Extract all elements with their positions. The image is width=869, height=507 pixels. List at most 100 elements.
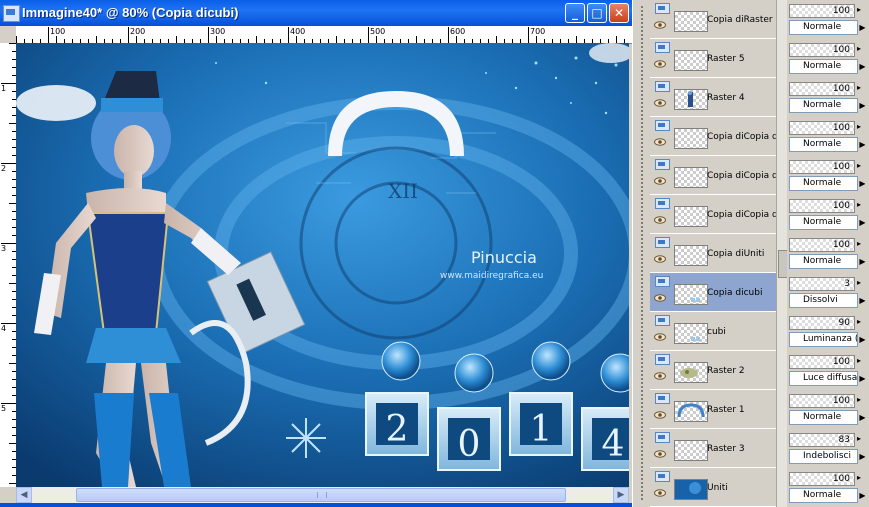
visibility-eye-icon[interactable] [654, 177, 666, 185]
visibility-eye-icon[interactable] [654, 216, 666, 224]
opacity-slider[interactable]: 100 [789, 199, 855, 213]
minimize-button[interactable]: _ [565, 3, 585, 23]
visibility-eye-icon[interactable] [654, 21, 666, 29]
layer-type-icon[interactable] [655, 159, 670, 170]
opacity-arrow-icon[interactable]: ▸ [857, 434, 861, 443]
opacity-slider[interactable]: 100 [789, 355, 855, 369]
layer-row[interactable]: Copia diUniti [650, 234, 776, 273]
opacity-arrow-icon[interactable]: ▸ [857, 473, 861, 482]
layer-row[interactable]: Raster 3 [650, 429, 776, 468]
layer-type-icon[interactable] [655, 471, 670, 482]
layer-type-icon[interactable] [655, 276, 670, 287]
opacity-slider[interactable]: 100 [789, 472, 855, 486]
blend-mode-arrow-icon[interactable]: ▶ [858, 137, 867, 152]
visibility-eye-icon[interactable] [654, 99, 666, 107]
layer-row[interactable]: Copia diCopia di [650, 195, 780, 234]
blend-mode-select[interactable]: Normale [789, 59, 858, 74]
visibility-eye-icon[interactable] [654, 372, 666, 380]
close-button[interactable]: ✕ [609, 3, 629, 23]
blend-mode-select[interactable]: Luminanza (L) [789, 332, 858, 347]
opacity-slider[interactable]: 100 [789, 121, 855, 135]
layer-row[interactable]: Raster 5 [650, 39, 776, 78]
blend-mode-arrow-icon[interactable]: ▶ [858, 20, 867, 35]
layer-row[interactable]: Uniti [650, 468, 776, 507]
visibility-eye-icon[interactable] [654, 450, 666, 458]
blend-mode-arrow-icon[interactable]: ▶ [858, 410, 867, 425]
blend-mode-select[interactable]: Normale [789, 488, 858, 503]
layer-type-icon[interactable] [655, 198, 670, 209]
layer-type-icon[interactable] [655, 393, 670, 404]
blend-mode-select[interactable]: Normale [789, 410, 858, 425]
opacity-arrow-icon[interactable]: ▸ [857, 161, 861, 170]
layer-row[interactable]: Copia dicubi [650, 273, 776, 312]
visibility-eye-icon[interactable] [654, 60, 666, 68]
layer-row[interactable]: Copia diRaster 5 [650, 0, 781, 39]
blend-mode-arrow-icon[interactable]: ▶ [858, 59, 867, 74]
opacity-arrow-icon[interactable]: ▸ [857, 395, 861, 404]
image-canvas[interactable]: XII Pinuccia www.maidiregrafica.eu 2 0 1… [16, 43, 629, 487]
opacity-arrow-icon[interactable]: ▸ [857, 356, 861, 365]
layer-row[interactable]: Copia diCopia di [650, 117, 780, 156]
scroll-right-button[interactable]: ▶ [613, 487, 629, 503]
layer-row[interactable]: Raster 2 [650, 351, 776, 390]
opacity-arrow-icon[interactable]: ▸ [857, 278, 861, 287]
layer-type-icon[interactable] [655, 3, 670, 14]
layer-type-icon[interactable] [655, 432, 670, 443]
opacity-arrow-icon[interactable]: ▸ [857, 200, 861, 209]
blend-mode-arrow-icon[interactable]: ▶ [858, 371, 867, 386]
opacity-slider[interactable]: 100 [789, 82, 855, 96]
opacity-arrow-icon[interactable]: ▸ [857, 122, 861, 131]
blend-mode-select[interactable]: Normale [789, 20, 858, 35]
opacity-arrow-icon[interactable]: ▸ [857, 5, 861, 14]
blend-mode-arrow-icon[interactable]: ▶ [858, 176, 867, 191]
blend-mode-select[interactable]: Normale [789, 254, 858, 269]
layer-type-icon[interactable] [655, 237, 670, 248]
visibility-eye-icon[interactable] [654, 255, 666, 263]
blend-mode-select[interactable]: Normale [789, 98, 858, 113]
opacity-arrow-icon[interactable]: ▸ [857, 83, 861, 92]
layer-type-icon[interactable] [655, 354, 670, 365]
blend-mode-arrow-icon[interactable]: ▶ [858, 98, 867, 113]
opacity-slider[interactable]: 100 [789, 4, 855, 18]
horizontal-scroll-thumb[interactable] [76, 488, 566, 502]
palette-grip[interactable] [632, 0, 651, 507]
visibility-eye-icon[interactable] [654, 294, 666, 302]
visibility-eye-icon[interactable] [654, 333, 666, 341]
opacity-slider[interactable]: 90 [789, 316, 855, 330]
layer-type-icon[interactable] [655, 81, 670, 92]
opacity-arrow-icon[interactable]: ▸ [857, 44, 861, 53]
blend-mode-select[interactable]: Luce diffusa [789, 371, 858, 386]
blend-mode-select[interactable]: Normale [789, 176, 858, 191]
blend-mode-arrow-icon[interactable]: ▶ [858, 293, 867, 308]
opacity-slider[interactable]: 100 [789, 394, 855, 408]
blend-mode-select[interactable]: Normale [789, 137, 858, 152]
blend-mode-arrow-icon[interactable]: ▶ [858, 449, 867, 464]
blend-mode-select[interactable]: Normale [789, 215, 858, 230]
opacity-slider[interactable]: 83 [789, 433, 855, 447]
blend-mode-arrow-icon[interactable]: ▶ [858, 488, 867, 503]
layer-row[interactable]: Raster 1 [650, 390, 776, 429]
opacity-slider[interactable]: 100 [789, 43, 855, 57]
opacity-arrow-icon[interactable]: ▸ [857, 317, 861, 326]
horizontal-scrollbar[interactable]: ◀ ▶ [16, 487, 629, 503]
maximize-button[interactable]: □ [587, 3, 607, 23]
layer-type-icon[interactable] [655, 315, 670, 326]
opacity-slider[interactable]: 3 [789, 277, 855, 291]
visibility-eye-icon[interactable] [654, 411, 666, 419]
visibility-eye-icon[interactable] [654, 138, 666, 146]
blend-mode-select[interactable]: Dissolvi [789, 293, 858, 308]
scroll-left-button[interactable]: ◀ [16, 487, 32, 503]
blend-mode-arrow-icon[interactable]: ▶ [858, 332, 867, 347]
layer-row[interactable]: cubi [650, 312, 776, 351]
opacity-slider[interactable]: 100 [789, 238, 855, 252]
blend-mode-arrow-icon[interactable]: ▶ [858, 254, 867, 269]
layer-type-icon[interactable] [655, 120, 670, 131]
opacity-arrow-icon[interactable]: ▸ [857, 239, 861, 248]
layer-row[interactable]: Raster 4 [650, 78, 776, 117]
blend-mode-arrow-icon[interactable]: ▶ [858, 215, 867, 230]
layer-row[interactable]: Copia diCopia di [650, 156, 780, 195]
window-titlebar[interactable]: Immagine40* @ 80% (Copia dicubi) _ □ ✕ [0, 0, 632, 26]
layer-type-icon[interactable] [655, 42, 670, 53]
opacity-slider[interactable]: 100 [789, 160, 855, 174]
visibility-eye-icon[interactable] [654, 489, 666, 497]
